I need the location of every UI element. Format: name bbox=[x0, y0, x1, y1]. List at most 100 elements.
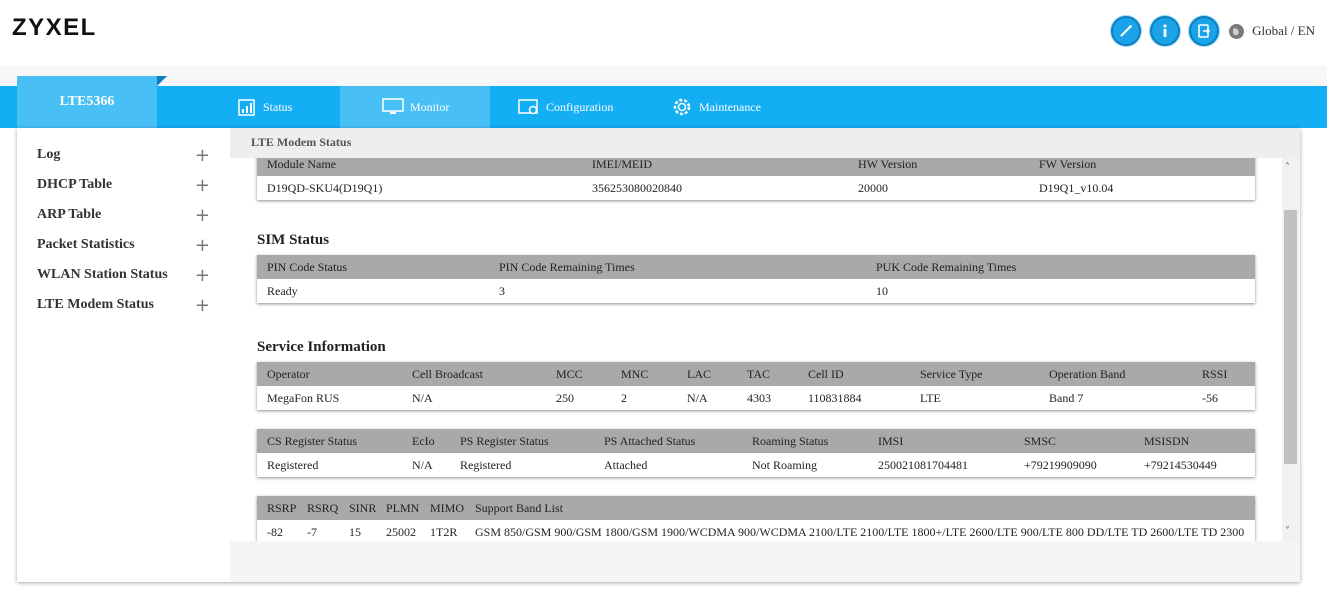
column-header: PS Attached Status bbox=[604, 434, 696, 448]
plus-icon: + bbox=[194, 174, 210, 196]
table-cell: 25002 bbox=[386, 525, 416, 539]
table-cell: Attached bbox=[604, 458, 648, 472]
sidebar-item-lte-modem-status[interactable]: LTE Modem Status + bbox=[37, 290, 210, 320]
table-cell: D19Q1_v10.04 bbox=[1039, 181, 1114, 195]
sidebar-item-log[interactable]: Log + bbox=[37, 140, 210, 170]
maintenance-gear-icon bbox=[673, 98, 691, 116]
language-selector[interactable]: Global / EN bbox=[1229, 23, 1315, 39]
tab-status[interactable]: Status bbox=[237, 86, 340, 128]
service-table-registration: CS Register Status EcIo PS Register Stat… bbox=[257, 429, 1255, 477]
table-header-row: Operator Cell Broadcast MCC MNC LAC TAC … bbox=[257, 362, 1255, 386]
table-cell: GSM 850/GSM 900/GSM 1800/GSM 1900/WCDMA … bbox=[475, 525, 1245, 539]
column-header: PIN Code Remaining Times bbox=[499, 260, 635, 274]
tab-configuration[interactable]: Configuration bbox=[518, 86, 648, 128]
device-model-tab[interactable]: LTE5366 bbox=[17, 76, 157, 128]
tab-monitor-label: Monitor bbox=[410, 99, 450, 114]
column-header: PS Register Status bbox=[460, 434, 549, 448]
table-cell: Ready bbox=[267, 284, 298, 298]
table-header-row: CS Register Status EcIo PS Register Stat… bbox=[257, 429, 1255, 453]
breadcrumb: LTE Modem Status bbox=[230, 128, 1300, 158]
configuration-icon bbox=[518, 99, 538, 115]
column-header: SINR bbox=[349, 501, 377, 515]
column-header: Operation Band bbox=[1049, 367, 1126, 381]
table-cell: Registered bbox=[267, 458, 319, 472]
tab-configuration-label: Configuration bbox=[546, 99, 614, 114]
scroll-up-arrow-icon[interactable]: ˄ bbox=[1285, 162, 1290, 173]
table-cell: LTE bbox=[920, 391, 941, 405]
column-header: Roaming Status bbox=[752, 434, 829, 448]
tab-maintenance[interactable]: Maintenance bbox=[671, 86, 791, 128]
sidebar-item-label: Log bbox=[37, 147, 61, 162]
column-header: Cell ID bbox=[808, 367, 844, 381]
table-cell: +79214530449 bbox=[1144, 458, 1217, 472]
column-header: PUK Code Remaining Times bbox=[876, 260, 1017, 274]
column-header: SMSC bbox=[1024, 434, 1057, 448]
table-cell: N/A bbox=[412, 391, 433, 405]
sim-status-table: PIN Code Status PIN Code Remaining Times… bbox=[257, 255, 1255, 303]
table-cell: 110831884 bbox=[808, 391, 862, 405]
table-cell: Registered bbox=[460, 458, 512, 472]
service-table-operator: Operator Cell Broadcast MCC MNC LAC TAC … bbox=[257, 362, 1255, 410]
column-header: Service Type bbox=[920, 367, 983, 381]
table-cell: 1T2R bbox=[430, 525, 458, 539]
column-header: RSRQ bbox=[307, 501, 339, 515]
sidebar-item-wlan-station-status[interactable]: WLAN Station Status + bbox=[37, 260, 210, 290]
table-header-row: RSRP RSRQ SINR PLMN MIMO Support Band Li… bbox=[257, 496, 1255, 520]
table-cell: -56 bbox=[1202, 391, 1218, 405]
table-cell: 15 bbox=[349, 525, 361, 539]
table-cell: -7 bbox=[307, 525, 317, 539]
sidebar-item-label: Packet Statistics bbox=[37, 237, 135, 252]
column-header: Support Band List bbox=[475, 501, 564, 515]
status-scroll-area[interactable]: Module Name IMEI/MEID HW Version FW Vers… bbox=[230, 158, 1299, 541]
logout-button[interactable] bbox=[1189, 16, 1220, 46]
column-header: FW Version bbox=[1039, 158, 1097, 171]
column-header: PIN Code Status bbox=[267, 260, 348, 274]
table-cell: 2 bbox=[621, 391, 627, 405]
sidebar-item-label: ARP Table bbox=[37, 207, 102, 222]
column-header: TAC bbox=[747, 367, 771, 381]
column-header: CS Register Status bbox=[267, 434, 358, 448]
column-header: MSISDN bbox=[1144, 434, 1190, 448]
table-cell: Not Roaming bbox=[752, 458, 817, 472]
table-cell: 20000 bbox=[858, 181, 888, 195]
table-cell: Band 7 bbox=[1049, 391, 1084, 405]
table-cell: +79219909090 bbox=[1024, 458, 1097, 472]
tab-monitor[interactable]: Monitor bbox=[340, 86, 490, 128]
table-row: Ready 3 10 bbox=[257, 279, 1255, 303]
zyxel-logo: ZYXEL bbox=[12, 14, 97, 41]
sidebar: Log + DHCP Table + ARP Table + Packet Stati… bbox=[17, 128, 230, 582]
info-button[interactable] bbox=[1150, 16, 1181, 46]
plus-icon: + bbox=[194, 294, 210, 316]
sidebar-item-arp-table[interactable]: ARP Table + bbox=[37, 200, 210, 230]
sidebar-item-packet-statistics[interactable]: Packet Statistics + bbox=[37, 230, 210, 260]
wizard-button[interactable] bbox=[1111, 16, 1142, 46]
table-cell: 4303 bbox=[747, 391, 771, 405]
sim-status-title: SIM Status bbox=[257, 232, 330, 248]
column-header: MNC bbox=[621, 367, 649, 381]
sidebar-item-label: DHCP Table bbox=[37, 177, 113, 192]
column-header: RSSI bbox=[1202, 367, 1228, 381]
plus-icon: + bbox=[194, 204, 210, 226]
globe-icon bbox=[1229, 23, 1245, 39]
sidebar-item-label: WLAN Station Status bbox=[37, 267, 168, 282]
table-header-row: Module Name IMEI/MEID HW Version FW Vers… bbox=[257, 158, 1255, 176]
table-cell: N/A bbox=[412, 458, 433, 472]
plus-icon: + bbox=[194, 234, 210, 256]
scrollbar-thumb[interactable] bbox=[1284, 210, 1297, 464]
column-header: EcIo bbox=[412, 434, 435, 448]
column-header: Operator bbox=[267, 367, 310, 381]
column-header: Module Name bbox=[267, 158, 336, 171]
table-row: Registered N/A Registered Attached Not R… bbox=[257, 453, 1255, 477]
table-cell: 250 bbox=[556, 391, 574, 405]
logout-icon bbox=[1198, 24, 1211, 38]
header-icons: Global / EN bbox=[1102, 16, 1315, 46]
table-row: D19QD-SKU4(D19Q1) 356253080020840 20000 … bbox=[257, 176, 1255, 200]
device-tab-notch bbox=[157, 76, 167, 86]
tab-status-label: Status bbox=[263, 99, 293, 114]
status-chart-icon bbox=[238, 99, 255, 116]
sidebar-item-dhcp-table[interactable]: DHCP Table + bbox=[37, 170, 210, 200]
plus-icon: + bbox=[194, 264, 210, 286]
scroll-down-arrow-icon[interactable]: ˅ bbox=[1285, 526, 1290, 537]
vertical-scrollbar[interactable]: ˄ ˅ bbox=[1282, 158, 1299, 541]
header-spacer bbox=[0, 66, 1327, 86]
